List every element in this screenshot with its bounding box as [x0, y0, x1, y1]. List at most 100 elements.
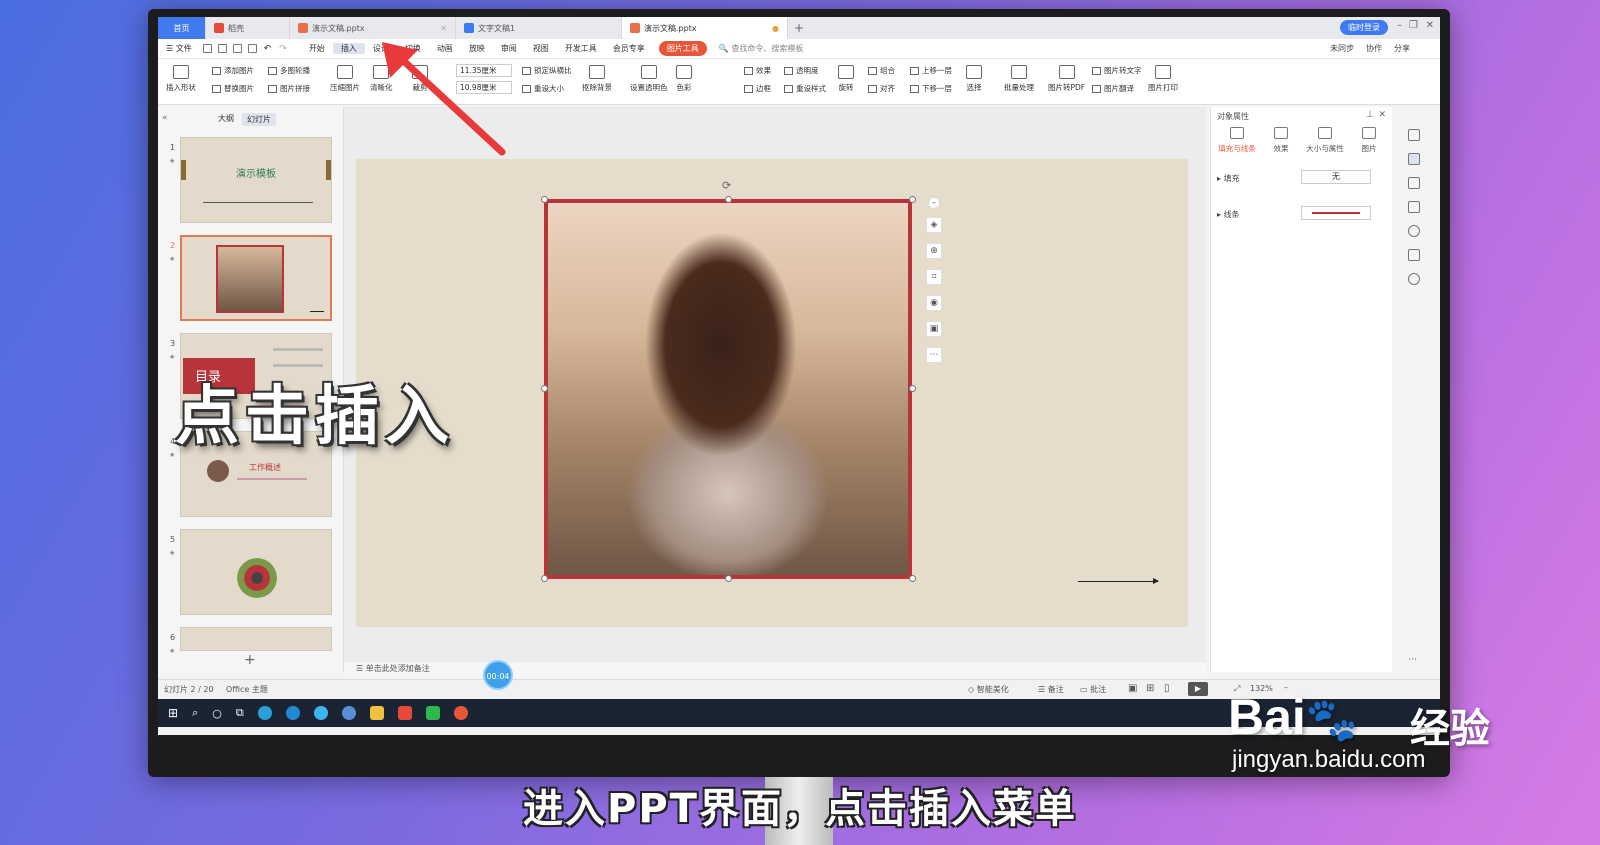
- export-icon[interactable]: [217, 44, 227, 53]
- insert-shape-button[interactable]: 插入形状: [166, 65, 196, 93]
- shape-icon[interactable]: [1408, 129, 1420, 141]
- wps-icon[interactable]: [397, 706, 412, 720]
- color-button[interactable]: 色彩: [676, 65, 692, 93]
- group-button[interactable]: 组合: [868, 65, 895, 76]
- pin-icon[interactable]: ⊥: [1366, 110, 1374, 120]
- select-button[interactable]: 选择: [966, 65, 982, 93]
- tab-home[interactable]: 首页: [158, 17, 206, 39]
- resize-handle[interactable]: [541, 385, 548, 392]
- close-window-icon[interactable]: ✕: [1426, 20, 1434, 31]
- ie-icon[interactable]: [313, 706, 328, 720]
- effect-button[interactable]: 效果: [744, 65, 771, 76]
- print-picture-button[interactable]: 图片打印: [1148, 65, 1178, 93]
- align-button[interactable]: 对齐: [868, 83, 895, 94]
- compress-button[interactable]: 压缩图片: [330, 65, 360, 93]
- minus-icon[interactable]: –: [928, 197, 940, 209]
- reset-style-button[interactable]: 重设样式: [784, 83, 826, 94]
- command-search[interactable]: 🔍 查找命令、搜索模板: [719, 43, 804, 54]
- tab-outline[interactable]: 大纲: [218, 113, 234, 126]
- notes-toggle[interactable]: ☰ 备注: [1038, 684, 1064, 695]
- slide-thumb-2[interactable]: [180, 235, 332, 321]
- tab-slides[interactable]: 幻灯片: [242, 113, 276, 126]
- selected-picture[interactable]: [544, 199, 912, 579]
- menu-insert[interactable]: 插入: [332, 43, 365, 54]
- normal-view-icon[interactable]: ▣: [1128, 683, 1137, 694]
- comments-toggle[interactable]: ▭ 批注: [1080, 684, 1106, 695]
- new-tab-button[interactable]: +: [788, 21, 810, 35]
- menu-view[interactable]: 视图: [525, 43, 557, 54]
- share-button[interactable]: 分享: [1394, 43, 1410, 54]
- layers-icon[interactable]: ◈: [926, 217, 942, 233]
- tab-picture[interactable]: 图片: [1349, 127, 1389, 154]
- task-view-icon[interactable]: ⧉: [236, 706, 244, 720]
- globe-icon[interactable]: [341, 706, 356, 720]
- browser-icon[interactable]: [257, 706, 272, 720]
- slide-thumb-5[interactable]: [180, 529, 332, 615]
- border-button[interactable]: 边框: [744, 83, 771, 94]
- resize-handle[interactable]: [909, 575, 916, 582]
- folder-icon[interactable]: [369, 706, 384, 720]
- tab-effects[interactable]: 效果: [1261, 127, 1301, 154]
- tab-presentation-1[interactable]: 演示文稿.pptx ✕: [290, 17, 456, 39]
- help-icon[interactable]: [1408, 225, 1420, 237]
- search-icon[interactable]: ⌕: [192, 706, 198, 720]
- tab-size[interactable]: 大小与属性: [1305, 127, 1345, 154]
- location-icon[interactable]: [1408, 273, 1420, 285]
- reading-view-icon[interactable]: ▯: [1164, 683, 1170, 694]
- fill-row[interactable]: ▸ 填充: [1217, 173, 1240, 184]
- print-icon[interactable]: [232, 44, 242, 53]
- theme-name[interactable]: Office 主题: [226, 684, 268, 695]
- zoom-icon[interactable]: ⊕: [926, 243, 942, 259]
- redo-icon[interactable]: ↷: [279, 44, 287, 54]
- edge-icon[interactable]: [285, 706, 300, 720]
- wechat-icon[interactable]: [425, 706, 440, 720]
- more-icon[interactable]: ⋯: [926, 347, 942, 363]
- lock-ratio-checkbox[interactable]: 锁定纵横比: [522, 65, 572, 76]
- rotate-handle-icon[interactable]: ⟳: [722, 179, 731, 192]
- close-icon[interactable]: ✕: [440, 24, 447, 33]
- menu-picture-tools[interactable]: 图片工具: [658, 41, 707, 56]
- notes-area[interactable]: ☰ 单击此处添加备注: [344, 663, 1206, 677]
- menu-developer[interactable]: 开发工具: [557, 43, 605, 54]
- tab-document-1[interactable]: 文字文稿1: [456, 17, 622, 39]
- add-picture-button[interactable]: 添加图片: [212, 65, 254, 76]
- menu-member[interactable]: 会员专享: [605, 43, 653, 54]
- preview-icon[interactable]: [247, 44, 257, 53]
- to-pdf-button[interactable]: 图片转PDF: [1048, 65, 1085, 93]
- resize-handle[interactable]: [909, 385, 916, 392]
- powerpoint-icon[interactable]: [453, 706, 468, 720]
- picture-edit-icon[interactable]: ▣: [926, 321, 942, 337]
- add-slide-button[interactable]: +: [244, 652, 256, 668]
- properties-icon[interactable]: [1408, 153, 1420, 165]
- menu-file[interactable]: ☰ 文件: [158, 43, 200, 54]
- pin-icon[interactable]: [1408, 177, 1420, 189]
- cortana-icon[interactable]: ○: [212, 707, 222, 720]
- resize-handle[interactable]: [909, 196, 916, 203]
- line-row[interactable]: ▸ 线条: [1217, 209, 1240, 220]
- carousel-button[interactable]: 多图轮播: [268, 65, 310, 76]
- crop-icon[interactable]: ⌗: [926, 269, 942, 285]
- translate-button[interactable]: 图片翻译: [1092, 83, 1134, 94]
- reset-size-button[interactable]: 重设大小: [522, 83, 564, 94]
- bring-forward-button[interactable]: 上移一层: [910, 65, 952, 76]
- maximize-icon[interactable]: ❐: [1409, 20, 1418, 31]
- minimize-icon[interactable]: –: [1397, 20, 1402, 31]
- layout-icon[interactable]: [1408, 201, 1420, 213]
- remove-bg-button[interactable]: 抠除背景: [582, 65, 612, 93]
- send-backward-button[interactable]: 下移一层: [910, 83, 952, 94]
- rotate-button[interactable]: 旋转: [838, 65, 854, 93]
- tab-fill-line[interactable]: 填充与线条: [1217, 127, 1257, 154]
- more-icon[interactable]: ⋯: [1408, 655, 1417, 665]
- slide-thumb-1[interactable]: 演示模板: [180, 137, 332, 223]
- collab-button[interactable]: 协作: [1366, 43, 1382, 54]
- transparency-button[interactable]: 透明度: [784, 65, 819, 76]
- undo-icon[interactable]: ↶: [264, 44, 272, 54]
- replace-picture-button[interactable]: 替换图片: [212, 83, 254, 94]
- windows-start-icon[interactable]: ⊞: [168, 706, 178, 720]
- resize-handle[interactable]: [725, 196, 732, 203]
- resize-handle[interactable]: [725, 575, 732, 582]
- current-slide[interactable]: ⟳ – ◈ ⊕ ⌗ ◉ ▣ ⋯: [356, 159, 1188, 627]
- backup-icon[interactable]: [1408, 249, 1420, 261]
- collapse-panel-icon[interactable]: «: [162, 113, 168, 123]
- resize-handle[interactable]: [541, 196, 548, 203]
